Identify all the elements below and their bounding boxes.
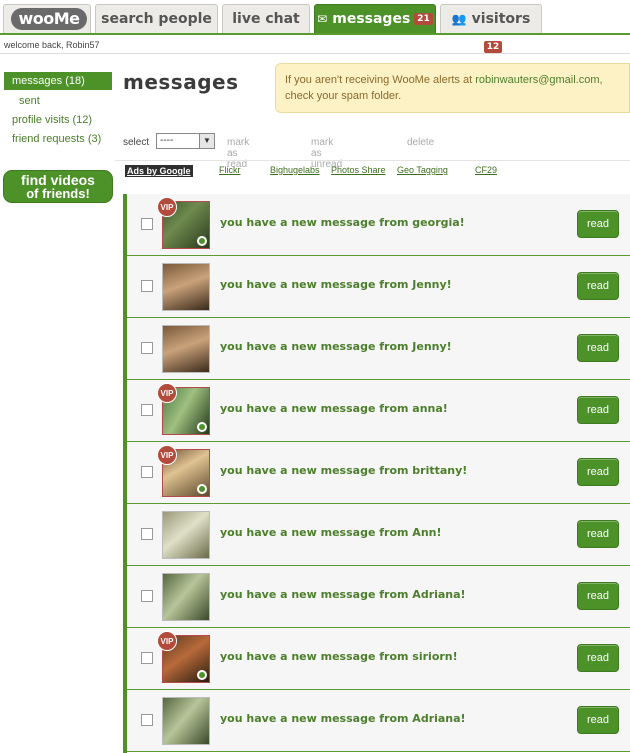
- sidebar-item-sent[interactable]: sent: [4, 92, 112, 110]
- message-subject[interactable]: you have a new message from Jenny!: [220, 340, 452, 353]
- message-row[interactable]: VIP you have a new message from siriorn!…: [127, 628, 630, 690]
- message-checkbox[interactable]: [141, 466, 153, 478]
- sender-avatar[interactable]: [162, 573, 210, 621]
- read-button[interactable]: read: [577, 272, 619, 300]
- read-button[interactable]: read: [577, 334, 619, 362]
- vip-badge: VIP: [157, 383, 177, 403]
- visitors-icon: 👥: [451, 12, 467, 26]
- alert-email: robinwauters@gmail.com: [475, 74, 600, 86]
- message-row[interactable]: you have a new message from Jenny! read: [127, 318, 630, 380]
- message-subject[interactable]: you have a new message from Adriana!: [220, 712, 466, 725]
- divider: [115, 160, 630, 161]
- woome-logo[interactable]: wooMe: [11, 8, 87, 30]
- find-videos-button[interactable]: find videos of friends!: [3, 170, 113, 203]
- tab-messages[interactable]: ✉ messages 21: [314, 4, 436, 33]
- chevron-down-icon[interactable]: ▼: [199, 134, 214, 148]
- page-title: messages: [123, 70, 239, 94]
- read-button[interactable]: read: [577, 458, 619, 486]
- messages-count-badge: 21: [414, 13, 433, 25]
- message-row[interactable]: you have a new message from Adriana! rea…: [127, 690, 630, 752]
- tab-live-chat[interactable]: live chat: [222, 4, 310, 33]
- sidebar-item-profile-visits[interactable]: profile visits (12): [4, 111, 112, 129]
- online-indicator-icon: [197, 422, 207, 432]
- tab-label: live chat: [232, 11, 300, 27]
- message-subject[interactable]: you have a new message from Ann!: [220, 526, 442, 539]
- spam-alert: If you aren't receiving WooMe alerts at …: [275, 63, 630, 113]
- message-checkbox[interactable]: [141, 528, 153, 540]
- message-row[interactable]: VIP you have a new message from anna! re…: [127, 380, 630, 442]
- message-subject[interactable]: you have a new message from georgia!: [220, 216, 465, 229]
- sidebar-item-friend-requests[interactable]: friend requests (3): [4, 130, 112, 148]
- visitors-count-badge: 12: [483, 41, 503, 53]
- vip-badge: VIP: [157, 445, 177, 465]
- online-indicator-icon: [197, 236, 207, 246]
- message-row[interactable]: VIP you have a new message from brittany…: [127, 442, 630, 504]
- logo-tab[interactable]: wooMe: [3, 4, 91, 33]
- tab-visitors[interactable]: 👥 visitors 12: [440, 4, 542, 53]
- delete-link[interactable]: delete: [407, 137, 434, 148]
- ad-link[interactable]: CF29: [475, 165, 497, 175]
- select-dropdown[interactable]: ---- ▼: [156, 133, 215, 149]
- sidebar-item-messages[interactable]: messages (18): [4, 72, 112, 90]
- vip-badge: VIP: [157, 197, 177, 217]
- tab-label: messages: [332, 11, 411, 27]
- ad-link[interactable]: Geo Tagging: [397, 165, 448, 175]
- read-button[interactable]: read: [577, 582, 619, 610]
- welcome-text: welcome back, Robin57: [4, 40, 100, 50]
- read-button[interactable]: read: [577, 706, 619, 734]
- message-checkbox[interactable]: [141, 652, 153, 664]
- message-checkbox[interactable]: [141, 342, 153, 354]
- read-button[interactable]: read: [577, 210, 619, 238]
- message-row[interactable]: you have a new message from Jenny! read: [127, 256, 630, 318]
- message-checkbox[interactable]: [141, 404, 153, 416]
- read-button[interactable]: read: [577, 520, 619, 548]
- sender-avatar[interactable]: [162, 697, 210, 745]
- vip-badge: VIP: [157, 631, 177, 651]
- tab-label: search people: [101, 11, 212, 27]
- read-button[interactable]: read: [577, 644, 619, 672]
- message-checkbox[interactable]: [141, 280, 153, 292]
- envelope-icon: ✉: [317, 12, 328, 26]
- message-subject[interactable]: you have a new message from siriorn!: [220, 650, 458, 663]
- ad-link[interactable]: Flickr: [219, 165, 241, 175]
- divider: [0, 53, 630, 54]
- alert-prefix: If you aren't receiving WooMe alerts at: [285, 74, 476, 86]
- tab-label: visitors: [471, 11, 531, 27]
- sender-avatar[interactable]: [162, 263, 210, 311]
- select-label: select: [123, 137, 150, 148]
- nav-divider: [0, 33, 630, 35]
- message-row[interactable]: you have a new message from Ann! read: [127, 504, 630, 566]
- message-subject[interactable]: you have a new message from Adriana!: [220, 588, 466, 601]
- message-row[interactable]: you have a new message from Adriana! rea…: [127, 566, 630, 628]
- alert-suffix: check your spam folder.: [285, 90, 402, 102]
- ad-link[interactable]: Bighugelabs: [270, 165, 320, 175]
- message-checkbox[interactable]: [141, 590, 153, 602]
- top-nav: wooMe search people live chat ✉ messages 2…: [0, 0, 630, 53]
- ad-link[interactable]: Photos Share: [331, 165, 386, 175]
- find-videos-line1: find videos: [21, 172, 95, 188]
- message-subject[interactable]: you have a new message from brittany!: [220, 464, 467, 477]
- message-checkbox[interactable]: [141, 218, 153, 230]
- tab-search-people[interactable]: search people: [95, 4, 218, 33]
- online-indicator-icon: [197, 484, 207, 494]
- message-list: VIP you have a new message from georgia!…: [123, 194, 630, 753]
- sender-avatar[interactable]: [162, 511, 210, 559]
- online-indicator-icon: [197, 670, 207, 680]
- read-button[interactable]: read: [577, 396, 619, 424]
- message-checkbox[interactable]: [141, 714, 153, 726]
- message-subject[interactable]: you have a new message from anna!: [220, 402, 448, 415]
- ads-by-google-label[interactable]: Ads by Google: [125, 165, 193, 177]
- find-videos-line2: of friends!: [26, 186, 90, 201]
- sender-avatar[interactable]: [162, 325, 210, 373]
- message-subject[interactable]: you have a new message from Jenny!: [220, 278, 452, 291]
- select-value: ----: [160, 135, 174, 146]
- message-row[interactable]: VIP you have a new message from georgia!…: [127, 194, 630, 256]
